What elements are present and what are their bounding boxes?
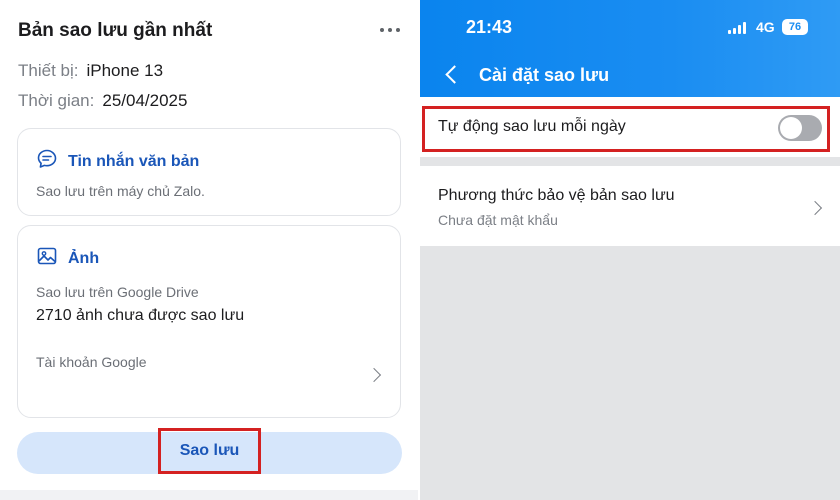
time-value: 25/04/2025 <box>102 91 188 110</box>
unbacked-photos-count: 2710 ảnh chưa được sao lưu <box>36 307 245 324</box>
photos-card[interactable]: Ảnh Sao lưu trên Google Drive 2710 ảnh c… <box>17 225 401 418</box>
device-value: iPhone 13 <box>86 61 164 80</box>
app-header: 21:43 4G 76 Cài đặt sao lưu <box>420 0 840 97</box>
backup-protection-title: Phương thức bảo vệ bản sao lưu <box>438 187 675 204</box>
more-options-icon[interactable] <box>376 18 404 42</box>
device-label: Thiết bị: <box>18 61 79 80</box>
time-label: Thời gian: <box>18 91 95 110</box>
messages-card[interactable]: Tin nhắn văn bản Sao lưu trên máy chủ Za… <box>17 128 401 216</box>
backup-protection-status: Chưa đặt mật khẩu <box>438 212 558 228</box>
battery-icon: 76 <box>782 19 808 35</box>
auto-backup-label: Tự động sao lưu mỗi ngày <box>438 118 626 135</box>
backup-settings-screen: 21:43 4G 76 Cài đặt sao lưu Tự động sao … <box>420 0 840 500</box>
status-clock: 21:43 <box>466 17 513 37</box>
chat-bubble-icon <box>36 148 58 175</box>
backup-protection-row[interactable] <box>420 166 840 246</box>
backup-detail-screen: Bản sao lưu gần nhất Thiết bị: iPhone 13 … <box>0 0 418 500</box>
messages-card-label: Tin nhắn văn bản <box>68 152 200 170</box>
backup-button-label[interactable]: Sao lưu <box>158 428 261 474</box>
auto-backup-toggle[interactable] <box>778 115 822 141</box>
photos-card-sub: Sao lưu trên Google Drive <box>36 284 199 300</box>
back-arrow-icon[interactable] <box>445 65 464 84</box>
network-type: 4G <box>756 19 775 35</box>
backup-sheet: Bản sao lưu gần nhất Thiết bị: iPhone 13 … <box>0 0 418 490</box>
chevron-right-icon[interactable] <box>366 367 382 383</box>
signal-icon <box>728 22 746 34</box>
sheet-title: Bản sao lưu gần nhất <box>18 20 213 41</box>
photos-card-label: Ảnh <box>68 249 100 267</box>
toggle-knob <box>780 117 802 139</box>
device-row: Thiết bị: iPhone 13 <box>18 61 163 81</box>
page-title: Cài đặt sao lưu <box>479 65 610 85</box>
image-icon <box>36 245 58 272</box>
google-account-label: Tài khoản Google <box>36 354 147 370</box>
messages-card-sub: Sao lưu trên máy chủ Zalo. <box>36 183 205 199</box>
time-row: Thời gian: 25/04/2025 <box>18 91 187 111</box>
